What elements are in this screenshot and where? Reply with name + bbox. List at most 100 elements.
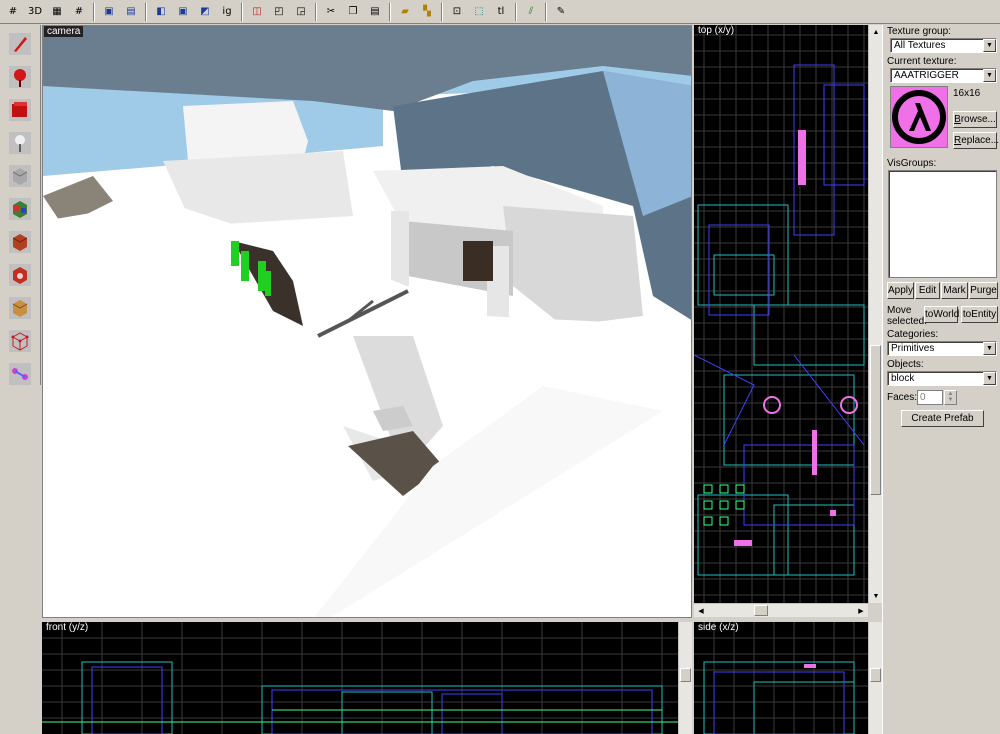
current-texture-label: Current texture: (887, 56, 957, 67)
scroll-down-icon[interactable]: ▼ (869, 589, 883, 603)
ungroup-icon[interactable]: ▤ (120, 2, 142, 22)
clip-tool[interactable] (3, 293, 37, 322)
camera-scene (43, 26, 691, 617)
carve-icon[interactable]: ▣ (172, 2, 194, 22)
top-viewport-hscroll[interactable]: ◀ ▶ (694, 603, 868, 617)
visgroup-mark-button[interactable]: Mark (941, 282, 968, 299)
select-icon[interactable]: ⊡ (446, 2, 468, 22)
current-texture-value: AAATRIGGER (894, 70, 959, 81)
visgroup-purge-button[interactable]: Purge (969, 282, 998, 299)
entity-tool[interactable] (3, 128, 37, 157)
paste-icon[interactable]: ▤ (364, 2, 386, 22)
categories-select[interactable]: Primitives ▼ (887, 341, 997, 356)
block-tool-icon (9, 164, 31, 187)
toolbar-separator (93, 2, 95, 21)
pointer-tool[interactable] (3, 29, 37, 58)
side-viewport-vscroll[interactable] (868, 622, 882, 734)
faces-stepper[interactable]: ▲ ▼ (944, 390, 957, 405)
camera-tool-icon (9, 98, 31, 121)
front-viewport-label: front (y/z) (46, 622, 89, 633)
cut-icon[interactable]: ✂ (320, 2, 342, 22)
decal-tool[interactable] (3, 260, 37, 289)
apply-texture-tool[interactable] (3, 227, 37, 256)
texture-tool[interactable] (3, 194, 37, 223)
scroll-thumb[interactable] (754, 605, 768, 616)
camera-tool[interactable] (3, 95, 37, 124)
toolbar-separator (545, 2, 547, 21)
categories-value: Primitives (891, 343, 935, 354)
front-viewport-vscroll[interactable] (678, 622, 692, 734)
faces-input[interactable]: 0 (917, 390, 943, 405)
ignore-groups-button[interactable]: ig (216, 2, 238, 22)
top-viewport-label: top (x/y) (698, 25, 735, 36)
toolbar-separator (515, 2, 517, 21)
group-icon[interactable]: ▣ (98, 2, 120, 22)
browse-button[interactable]: Browse... (953, 111, 997, 128)
3d-grid-icon[interactable]: 3D (24, 2, 46, 22)
visgroups-list[interactable] (888, 170, 997, 278)
scroll-thumb[interactable] (870, 345, 881, 495)
camera-viewport[interactable]: camera (42, 25, 692, 618)
move-selected-label: Move selected: (887, 305, 928, 327)
side-viewport[interactable]: side (x/z) (694, 622, 868, 734)
camera-viewport-label: camera (44, 26, 84, 37)
visgroups-label: VisGroups: (887, 158, 937, 169)
side-grid (694, 622, 868, 734)
texture-group-icon[interactable]: ◩ (194, 2, 216, 22)
top-viewport-vscroll[interactable]: ▲ ▼ (868, 25, 882, 603)
toolbar-separator (241, 2, 243, 21)
pointer-tool-icon (9, 32, 31, 55)
copy-icon[interactable]: ❐ (342, 2, 364, 22)
chevron-down-icon[interactable]: ▼ (983, 69, 996, 82)
chevron-down-icon[interactable]: ▼ (983, 342, 996, 355)
path-tool[interactable] (3, 359, 37, 388)
texture-preview (890, 86, 948, 148)
select-region-icon[interactable]: ⬚ (468, 2, 490, 22)
texture-group-select[interactable]: All Textures ▼ (890, 38, 997, 53)
vertex-tool-icon (9, 329, 31, 352)
grid-small-icon[interactable]: ▦ (46, 2, 68, 22)
apply-texture-icon (9, 230, 31, 253)
cube-icon[interactable]: ◰ (268, 2, 290, 22)
texture-lock-icon[interactable]: ▰ (394, 2, 416, 22)
to-entity-button[interactable]: toEntity (961, 306, 998, 323)
grid-large-icon[interactable]: # (68, 2, 90, 22)
cube-outline-icon[interactable]: ◲ (290, 2, 312, 22)
block-tool[interactable] (3, 161, 37, 190)
objects-value: block (891, 373, 915, 384)
texture-group-label: Texture group: (887, 26, 951, 37)
to-world-button[interactable]: toWorld (924, 306, 959, 323)
check-icon[interactable]: ⫽ (520, 2, 542, 22)
objects-select[interactable]: block ▼ (887, 371, 997, 386)
hide-icon[interactable]: ◧ (150, 2, 172, 22)
front-viewport[interactable]: front (y/z) (42, 622, 692, 734)
scroll-right-icon[interactable]: ▶ (854, 604, 868, 618)
replace-button[interactable]: Replace... (953, 132, 999, 149)
grid-icon[interactable]: # (2, 2, 24, 22)
top-viewport[interactable]: top (x/y) (694, 25, 868, 603)
scroll-up-icon[interactable]: ▲ (869, 25, 883, 39)
options-icon[interactable]: ✎ (550, 2, 572, 22)
texture-size: 16x16 (953, 88, 981, 99)
toolbar-separator (389, 2, 391, 21)
scroll-thumb[interactable] (680, 668, 691, 682)
chevron-down-icon[interactable]: ▼ (983, 39, 996, 52)
current-texture-select[interactable]: AAATRIGGER ▼ (890, 68, 997, 83)
decal-tool-icon (9, 263, 31, 286)
vertex-tool[interactable] (3, 326, 37, 355)
object-properties-panel: Texture group: All Textures ▼ Current te… (882, 25, 1000, 734)
texture-lock2-icon[interactable]: ▚ (416, 2, 438, 22)
tl-button[interactable]: tl (490, 2, 512, 22)
hollow-icon[interactable]: ◫ (246, 2, 268, 22)
create-prefab-button[interactable]: Create Prefab (901, 410, 984, 427)
visgroup-edit-button[interactable]: Edit (915, 282, 940, 299)
scroll-thumb[interactable] (870, 668, 881, 682)
texture-group-value: All Textures (894, 40, 946, 51)
main-toolbar: # 3D ▦ # ▣ ▤ ◧ ▣ ◩ ig ◫ ◰ ◲ ✂ ❐ ▤ ▰ ▚ ⊡ … (0, 0, 1000, 24)
chevron-down-icon[interactable]: ▼ (983, 372, 996, 385)
scroll-left-icon[interactable]: ◀ (694, 604, 708, 618)
magnify-tool[interactable] (3, 62, 37, 91)
toolbar-separator (441, 2, 443, 21)
texture-tool-icon (9, 197, 31, 220)
visgroup-apply-button[interactable]: Apply (887, 282, 914, 299)
